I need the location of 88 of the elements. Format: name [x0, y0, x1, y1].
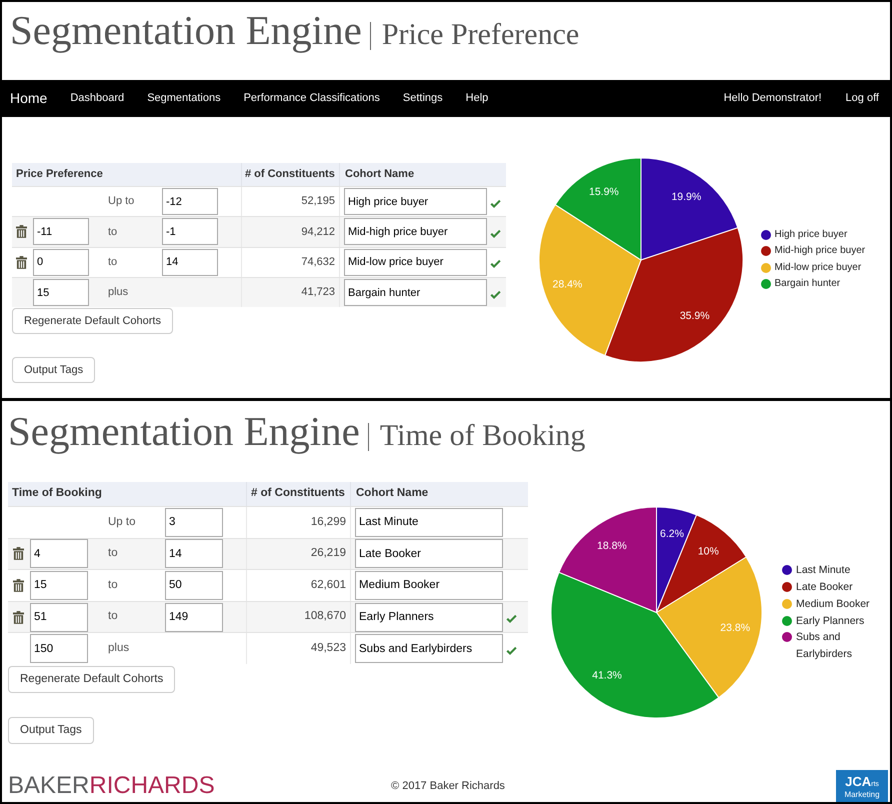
- slice-percent-label: 41.3%: [592, 670, 622, 682]
- logoff-link[interactable]: Log off: [846, 90, 879, 107]
- legend-label: Late Booker: [796, 580, 854, 595]
- range-from-input[interactable]: 0: [33, 248, 89, 276]
- column-header: Price Preference: [16, 167, 103, 182]
- range-to-input[interactable]: 3: [165, 508, 223, 537]
- trash-icon[interactable]: [13, 610, 24, 624]
- range-connector-label: to: [108, 546, 118, 562]
- range-from-input[interactable]: 150: [30, 634, 88, 664]
- column-header: Cohort Name: [345, 167, 414, 182]
- legend-label: High price buyer: [774, 228, 848, 242]
- column-header: Cohort Name: [356, 486, 428, 502]
- constituent-count: 16,299: [310, 514, 346, 530]
- constituent-count: 52,195: [301, 194, 335, 210]
- baker-richards-logo: BAKERRICHARDS: [8, 774, 215, 798]
- range-from-input[interactable]: -11: [33, 218, 89, 246]
- legend-label: Early Planners: [796, 614, 866, 628]
- page-subtitle: Price Preference: [382, 20, 580, 50]
- cohort-name-input[interactable]: High price buyer: [344, 188, 487, 216]
- trash-icon[interactable]: [13, 578, 24, 592]
- home-link[interactable]: Home: [10, 88, 48, 109]
- range-connector-label: plus: [108, 285, 128, 300]
- legend-label: Subs and Earlybirders: [796, 630, 854, 662]
- cohort-name-input[interactable]: Mid-low price buyer: [344, 248, 487, 276]
- constituent-count: 74,632: [301, 254, 335, 270]
- column-header: # of Constituents: [251, 486, 345, 502]
- legend-label: Bargain hunter: [774, 276, 842, 291]
- slice-percent-label: 18.8%: [597, 540, 627, 552]
- cohort-name-input[interactable]: Last Minute: [355, 508, 503, 537]
- slice-percent-label: 15.9%: [588, 185, 618, 198]
- nav-link[interactable]: Settings: [402, 90, 443, 107]
- nav-link[interactable]: Performance Classifications: [244, 90, 380, 107]
- cohort-name-input[interactable]: Bargain hunter: [344, 279, 487, 306]
- nav-link[interactable]: Dashboard: [70, 90, 124, 107]
- cohort-name-input[interactable]: Mid-high price buyer: [344, 218, 487, 246]
- copyright-text: © 2017 Baker Richards: [391, 778, 505, 794]
- range-connector-label: plus: [108, 641, 130, 656]
- constituent-count: 108,670: [304, 609, 346, 624]
- page-title: Segmentation Engine: [8, 411, 360, 452]
- constituent-count: 94,212: [301, 224, 335, 240]
- range-from-input[interactable]: 15: [33, 279, 89, 306]
- regenerate-button[interactable]: Regenerate Default Cohorts: [8, 666, 176, 693]
- column-header: Time of Booking: [12, 486, 102, 502]
- slice-percent-label: 35.9%: [679, 309, 710, 322]
- constituent-count: 49,523: [310, 641, 346, 656]
- slice-percent-label: 10%: [698, 545, 719, 558]
- page-subtitle: Time of Booking: [380, 421, 586, 451]
- nav-link[interactable]: Segmentations: [147, 90, 221, 107]
- range-connector-label: to: [108, 224, 118, 240]
- cohort-name-input[interactable]: Subs and Earlybirders: [355, 634, 503, 664]
- cohort-name-input[interactable]: Early Planners: [355, 602, 503, 632]
- range-to-input[interactable]: 149: [165, 602, 223, 632]
- cohort-name-input[interactable]: Medium Booker: [355, 570, 503, 600]
- range-from-input[interactable]: 15: [30, 570, 88, 600]
- range-connector-label: to: [108, 578, 118, 593]
- legend-label: Medium Booker: [796, 596, 871, 612]
- range-to-input[interactable]: 14: [165, 539, 223, 568]
- range-to-input[interactable]: 14: [162, 248, 218, 276]
- slice-percent-label: 19.9%: [670, 190, 701, 203]
- slice-percent-label: 28.4%: [552, 278, 582, 290]
- constituent-count: 62,601: [310, 578, 346, 593]
- output-tags-button[interactable]: Output Tags: [8, 716, 94, 744]
- regenerate-button[interactable]: Regenerate Default Cohorts: [12, 308, 173, 334]
- slice-percent-label: 6.2%: [660, 528, 684, 540]
- range-connector-label: Up to: [108, 194, 134, 210]
- range-from-input[interactable]: 4: [30, 539, 88, 568]
- cohort-name-input[interactable]: Late Booker: [355, 539, 503, 568]
- constituent-count: 26,219: [310, 546, 346, 562]
- trash-icon[interactable]: [16, 225, 27, 238]
- range-to-input[interactable]: -12: [162, 188, 218, 216]
- range-connector-label: to: [108, 254, 118, 270]
- constituent-count: 41,723: [301, 285, 335, 300]
- range-connector-label: to: [108, 609, 118, 624]
- legend-label: Mid-high price buyer: [774, 244, 866, 258]
- page-title: Segmentation Engine: [10, 10, 362, 51]
- range-from-input[interactable]: 51: [30, 602, 88, 632]
- range-to-input[interactable]: 50: [165, 570, 223, 600]
- output-tags-button[interactable]: Output Tags: [12, 357, 96, 384]
- range-connector-label: Up to: [108, 514, 136, 530]
- range-to-input[interactable]: -1: [162, 218, 218, 246]
- legend-label: Mid-low price buyer: [774, 260, 862, 274]
- greeting-link[interactable]: Hello Demonstrator!: [724, 90, 822, 107]
- column-header: # of Constituents: [245, 167, 335, 182]
- trash-icon[interactable]: [16, 256, 27, 269]
- legend-label: Last Minute: [796, 563, 852, 578]
- nav-link[interactable]: Help: [466, 90, 488, 107]
- trash-icon[interactable]: [13, 547, 24, 560]
- slice-percent-label: 23.8%: [720, 622, 750, 634]
